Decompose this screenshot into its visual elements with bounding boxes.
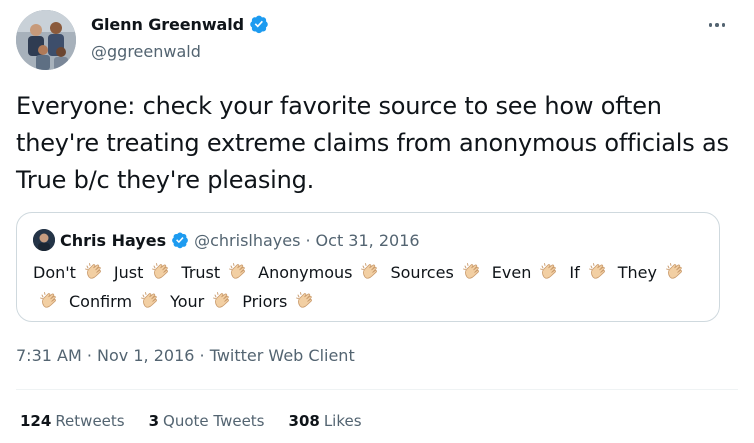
clapping-hands-icon bbox=[665, 262, 685, 289]
clapping-hands-icon bbox=[84, 262, 104, 289]
tweet-stats: 124 Retweets 3 Quote Tweets 308 Likes bbox=[20, 412, 362, 430]
author-name-row[interactable]: Glenn Greenwald bbox=[91, 14, 269, 34]
quoted-tweet-date: Oct 31, 2016 bbox=[315, 230, 420, 250]
author-handle[interactable]: @ggreenwald bbox=[91, 42, 201, 61]
quoted-word: They bbox=[617, 263, 657, 282]
retweets-label: Retweets bbox=[55, 412, 125, 430]
quoted-word: Don't bbox=[33, 263, 76, 282]
verified-badge-icon bbox=[171, 231, 189, 249]
clapping-hands-icon bbox=[588, 262, 608, 289]
quoted-tweet-card[interactable]: Chris Hayes @chrislhayes · Oct 31, 2016 … bbox=[16, 212, 720, 322]
verified-badge-icon bbox=[249, 14, 269, 34]
tweet-meta: 7:31 AM · Nov 1, 2016 · Twitter Web Clie… bbox=[16, 346, 355, 365]
quoted-word: Anonymous bbox=[258, 263, 353, 282]
likes-stat[interactable]: 308 Likes bbox=[289, 412, 362, 430]
separator-dot: · bbox=[305, 230, 311, 250]
avatar-photo-icon bbox=[16, 10, 76, 70]
author-name[interactable]: Glenn Greenwald bbox=[91, 15, 244, 34]
tweet-date[interactable]: Nov 1, 2016 bbox=[97, 346, 194, 365]
quoted-word: Confirm bbox=[69, 292, 133, 311]
clapping-hands-icon bbox=[39, 291, 59, 318]
tweet-client[interactable]: Twitter Web Client bbox=[210, 346, 355, 365]
quote-tweets-stat[interactable]: 3 Quote Tweets bbox=[149, 412, 265, 430]
clapping-hands-icon bbox=[539, 262, 559, 289]
quoted-word: Trust bbox=[181, 263, 221, 282]
retweets-count: 124 bbox=[20, 412, 52, 430]
quoted-word: Just bbox=[113, 263, 144, 282]
quoted-word: Priors bbox=[242, 292, 288, 311]
clapping-hands-icon bbox=[151, 262, 171, 289]
quoted-word: Even bbox=[491, 263, 532, 282]
clapping-hands-icon bbox=[212, 291, 232, 318]
quoted-word: Sources bbox=[390, 263, 454, 282]
divider bbox=[16, 389, 738, 390]
clapping-hands-icon bbox=[295, 291, 315, 318]
clapping-hands-icon bbox=[228, 262, 248, 289]
author-avatar[interactable] bbox=[16, 10, 76, 70]
quoted-word: Your bbox=[170, 292, 205, 311]
quoted-tweet-text: Don't Just Trust Anonymous Sources Even If They… bbox=[33, 260, 713, 318]
likes-label: Likes bbox=[323, 412, 362, 430]
clapping-hands-icon bbox=[462, 262, 482, 289]
separator-dot: · bbox=[199, 346, 205, 365]
quoted-word: If bbox=[569, 263, 580, 282]
tweet-text: Everyone: check your favorite source to … bbox=[16, 92, 729, 194]
quoted-author-name: Chris Hayes bbox=[60, 230, 167, 250]
quote-tweets-count: 3 bbox=[148, 412, 160, 430]
tweet-time[interactable]: 7:31 AM bbox=[16, 346, 82, 365]
separator-dot: · bbox=[86, 346, 92, 365]
more-options-icon[interactable] bbox=[702, 14, 732, 36]
quoted-author-handle: @chrislhayes bbox=[194, 230, 301, 250]
retweets-stat[interactable]: 124 Retweets bbox=[20, 412, 125, 430]
quote-tweets-label: Quote Tweets bbox=[163, 412, 265, 430]
quoted-author-avatar bbox=[33, 229, 55, 251]
clapping-hands-icon bbox=[140, 291, 160, 318]
clapping-hands-icon bbox=[360, 262, 380, 289]
likes-count: 308 bbox=[288, 412, 320, 430]
quoted-tweet-header: Chris Hayes @chrislhayes · Oct 31, 2016 bbox=[33, 229, 420, 251]
